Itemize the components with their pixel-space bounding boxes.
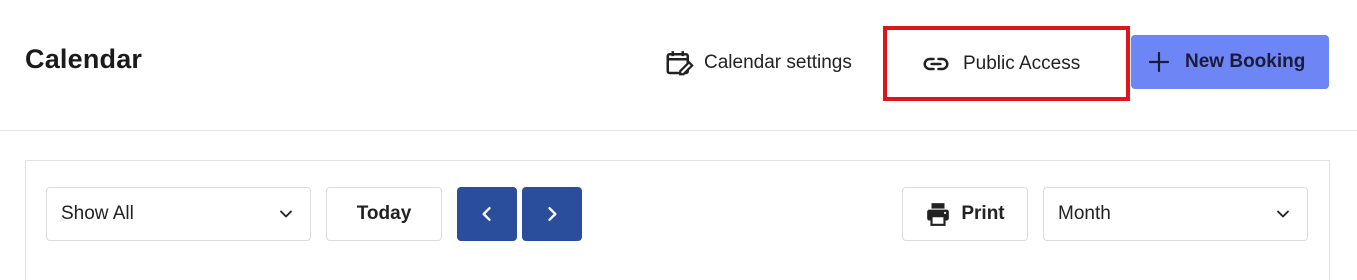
page-header: Calendar Calendar settings Public Access… (0, 0, 1357, 131)
filter-select[interactable]: Show All (46, 187, 311, 241)
new-booking-button[interactable]: New Booking (1131, 35, 1329, 89)
new-booking-label: New Booking (1185, 51, 1306, 72)
view-select-value: Month (1058, 203, 1111, 224)
chevron-down-icon (280, 210, 292, 218)
plus-icon (1148, 51, 1170, 73)
next-button[interactable] (522, 187, 582, 241)
view-select[interactable]: Month (1043, 187, 1308, 241)
today-button[interactable]: Today (326, 187, 442, 241)
calendar-settings-label: Calendar settings (704, 52, 852, 73)
chevron-down-icon (1277, 210, 1289, 218)
chevron-right-icon (548, 207, 557, 221)
page-title: Calendar (25, 44, 143, 74)
today-label: Today (356, 203, 412, 224)
public-access-label: Public Access (963, 52, 1081, 74)
print-label: Print (961, 203, 1005, 224)
calendar-edit-icon (666, 51, 694, 76)
public-access-button[interactable]: Public Access (883, 26, 1130, 101)
printer-icon (927, 203, 950, 226)
calendar-settings-button[interactable]: Calendar settings (664, 44, 852, 82)
filter-select-value: Show All (61, 203, 134, 224)
link-icon (923, 57, 949, 70)
previous-button[interactable] (457, 187, 517, 241)
print-button[interactable]: Print (902, 187, 1028, 241)
chevron-left-icon (482, 207, 491, 221)
